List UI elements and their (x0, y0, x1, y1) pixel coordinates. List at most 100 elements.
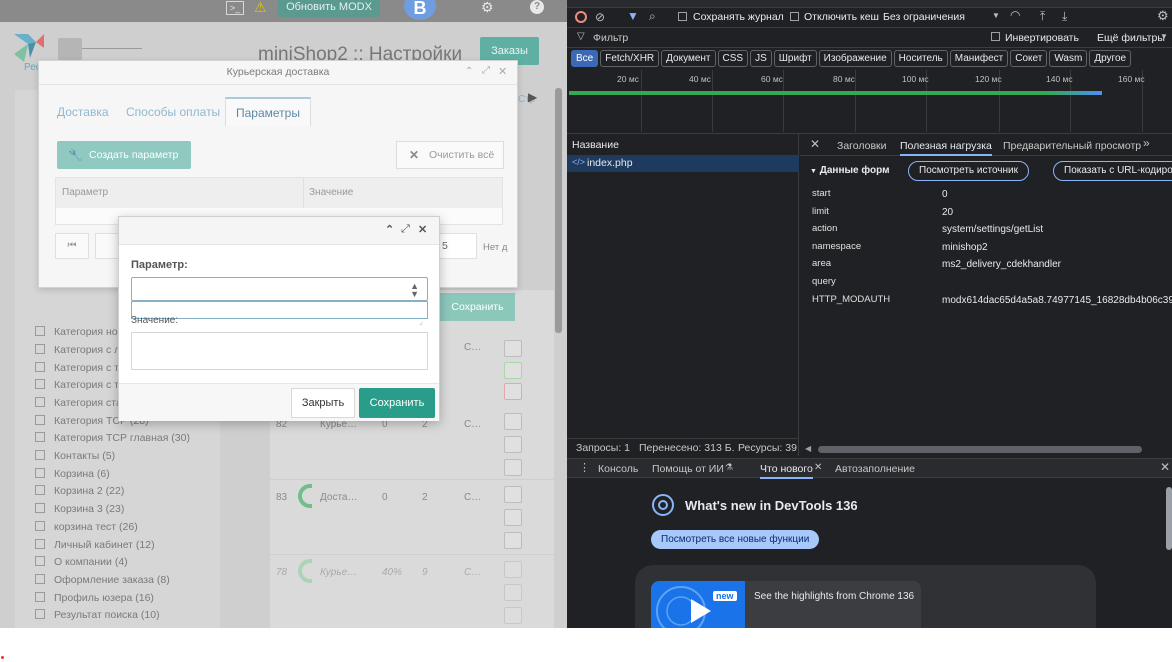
trash-icon[interactable] (504, 607, 522, 624)
record-icon[interactable] (575, 11, 587, 23)
tab-console[interactable]: Консоль (598, 463, 638, 475)
search-icon[interactable] (58, 38, 82, 60)
create-parameter-button[interactable]: 🔧 Создать параметр (57, 141, 191, 169)
tab-autofill[interactable]: Автозаполнение (835, 463, 915, 475)
tree-item[interactable]: Категория с л… (35, 344, 131, 360)
tree-item[interactable]: О компании (4) (35, 556, 128, 572)
update-modx-button[interactable]: Обновить MODX (278, 0, 380, 17)
chip-js[interactable]: JS (750, 50, 772, 67)
scrollbar[interactable] (555, 88, 562, 333)
url-encoded-button[interactable]: Показать с URL-кодиров (1053, 161, 1172, 181)
throttle-select[interactable]: Без ограничения (883, 11, 965, 23)
preserve-log-label[interactable]: Сохранять журнал (693, 11, 784, 23)
close-button[interactable]: Закрыть (291, 388, 355, 418)
tree-item[interactable]: Профиль юзера (16) (35, 592, 154, 608)
invert-checkbox[interactable] (991, 32, 1000, 41)
power-icon[interactable] (504, 362, 522, 379)
view-source-button[interactable]: Посмотреть источник (908, 161, 1029, 181)
close-icon[interactable]: ✕ (498, 65, 507, 78)
close-icon[interactable]: ✕ (810, 137, 820, 151)
power-icon[interactable] (504, 509, 522, 526)
name-column-header[interactable]: Название (572, 139, 619, 151)
table-row[interactable]: 83 Доста… 0 2 С… (270, 480, 554, 555)
save-button[interactable]: Сохранить (359, 388, 435, 418)
filter-input[interactable]: Фильтр (593, 32, 628, 44)
param-select[interactable]: ▲ ▼ (131, 277, 428, 301)
tab-ai-assistance[interactable]: Помощь от ИИ (652, 463, 724, 475)
close-icon[interactable]: ✕ (418, 223, 427, 236)
disable-cache-checkbox[interactable] (790, 12, 799, 21)
expand-icon[interactable]: ⤢ (401, 223, 410, 236)
tree-item[interactable]: Категория с т… (35, 379, 129, 395)
chip-other[interactable]: Другое (1089, 50, 1132, 67)
see-all-features-button[interactable]: Посмотреть все новые функции (651, 530, 820, 549)
highlight-item[interactable]: new See the highlights from Chrome 136 (651, 581, 921, 628)
trash-icon[interactable] (504, 532, 522, 549)
power-icon[interactable] (504, 436, 522, 453)
video-thumbnail[interactable]: new (651, 581, 745, 628)
chip-font[interactable]: Шрифт (773, 50, 817, 67)
first-page-icon[interactable]: ⏮ (55, 233, 89, 259)
save-button-behind[interactable]: Сохранить (440, 293, 515, 321)
preserve-log-checkbox[interactable] (678, 12, 687, 21)
collapse-icon[interactable]: ⌃ (465, 66, 473, 77)
tree-item[interactable]: Категория с т… (35, 362, 129, 378)
gear-icon[interactable]: ⚙ (481, 0, 494, 16)
edit-icon[interactable] (504, 486, 522, 503)
chip-socket[interactable]: Сокет (1010, 50, 1048, 67)
clear-icon[interactable]: ⊘ (595, 10, 605, 24)
page-size-input[interactable]: 5 (439, 233, 477, 259)
chevron-down-icon[interactable]: ▼ (992, 11, 1000, 20)
tree-item[interactable]: Оформление заказа (8) (35, 574, 170, 590)
avatar[interactable]: B (404, 0, 436, 20)
column-header[interactable]: Значение (304, 178, 502, 208)
trash-icon[interactable] (504, 383, 522, 400)
edit-icon[interactable] (504, 340, 522, 357)
close-drawer-icon[interactable]: ✕ (1160, 460, 1170, 474)
terminal-icon[interactable]: >_ (226, 1, 244, 15)
tree-item[interactable]: Корзина 2 (22) (35, 485, 124, 501)
request-row[interactable]: </> index.php (567, 155, 799, 172)
tree-item[interactable]: Результат поиска (10) (35, 609, 160, 625)
arrow-right-icon[interactable]: ▶ (528, 90, 537, 104)
clear-all-button[interactable]: ✕ Очистить всё (396, 141, 504, 169)
more-tabs-icon[interactable]: » (1143, 136, 1150, 150)
disable-cache-label[interactable]: Отключить кеш (804, 11, 879, 23)
download-icon[interactable]: ⤓ (1062, 9, 1067, 24)
table-row[interactable]: 78 Курье… 40% 9 С… (270, 555, 554, 628)
chip-wasm[interactable]: Wasm (1049, 50, 1088, 67)
collapse-icon[interactable]: ⌃ (385, 223, 394, 236)
close-icon[interactable]: ✕ (814, 462, 822, 473)
power-icon[interactable] (504, 584, 522, 601)
tab-headers[interactable]: Заголовки (837, 140, 887, 152)
invert-label[interactable]: Инвертировать (1005, 32, 1079, 44)
more-filters-button[interactable]: Ещё фильтры (1097, 32, 1165, 44)
search-icon[interactable]: ⌕ (649, 9, 656, 24)
tab-payload[interactable]: Полезная нагрузка (900, 140, 992, 156)
kebab-menu-icon[interactable]: ⋮ (579, 461, 590, 474)
expand-icon[interactable]: ⤢ (482, 65, 490, 76)
chip-all[interactable]: Все (571, 50, 599, 67)
filter-icon[interactable]: ▼ (627, 9, 639, 23)
tree-item[interactable]: Личный кабинет (12) (35, 539, 155, 555)
tab-preview[interactable]: Предварительный просмотр (1003, 140, 1141, 152)
scroll-left-icon[interactable]: ◀ (805, 444, 811, 453)
chip-fetch[interactable]: Fetch/XHR (600, 50, 660, 67)
tree-item[interactable]: Корзина (6) (35, 468, 110, 484)
warning-icon[interactable]: ⚠ (254, 0, 267, 16)
highlights-link[interactable]: See the highlights from Chrome 136 (754, 591, 914, 602)
tree-item[interactable]: Контакты (5) (35, 450, 115, 466)
chip-manifest[interactable]: Манифест (949, 50, 1009, 67)
help-icon[interactable]: ? (530, 0, 544, 14)
tree-item[interactable]: Категория ТСР главная (30) (35, 432, 190, 448)
edit-icon[interactable] (504, 561, 522, 578)
value-textarea[interactable] (131, 332, 428, 370)
chip-doc[interactable]: Документ (661, 50, 716, 67)
tree-item[interactable]: корзина тест (26) (35, 521, 138, 537)
edit-icon[interactable] (504, 413, 522, 430)
chevron-down-icon[interactable]: ▼ (1160, 32, 1168, 41)
gear-icon[interactable]: ⚙ (1157, 8, 1169, 24)
column-header[interactable]: Параметр (56, 178, 304, 208)
form-data-toggle[interactable]: ▼ Данные форм (810, 165, 889, 176)
tab-payment-methods[interactable]: Способы оплаты (126, 105, 220, 119)
